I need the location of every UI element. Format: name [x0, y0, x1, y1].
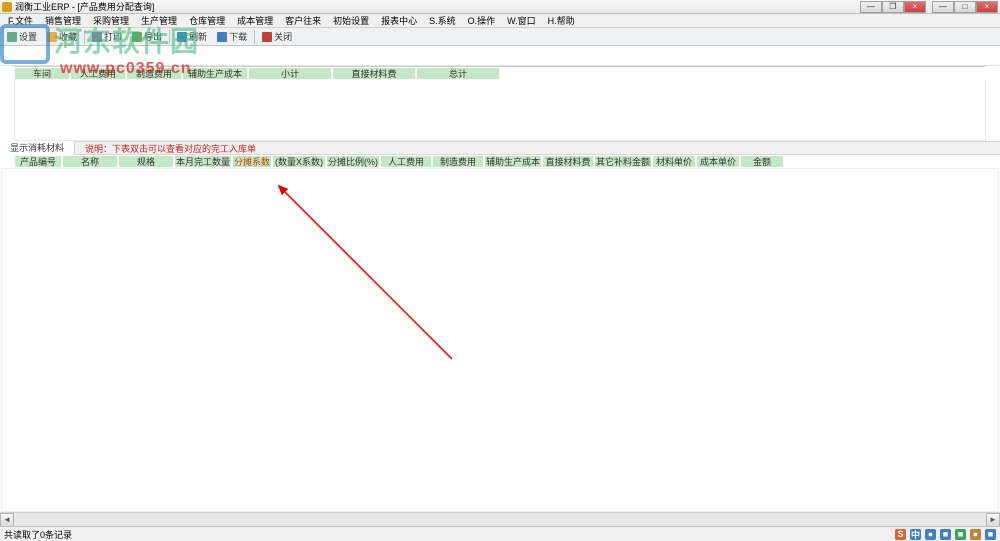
separator: [254, 30, 255, 44]
star-icon: [47, 32, 57, 42]
menu-warehouse[interactable]: 仓库管理: [183, 14, 231, 27]
tray-sogou-icon[interactable]: S: [895, 529, 906, 540]
menu-purchase[interactable]: 采购管理: [87, 14, 135, 27]
horizontal-scrollbar[interactable]: ◄ ►: [0, 512, 1000, 526]
menu-bar: F.文件 销售管理 采购管理 生产管理 仓库管理 成本管理 客户往来 初始设置 …: [0, 14, 1000, 28]
toolbar-print-button[interactable]: 打印: [87, 29, 127, 45]
tab-show-material[interactable]: 显示消耗材料: [0, 141, 75, 155]
title-bar: 润衡工业ERP - [产品费用分配查询] — ❐ × — □ ×: [0, 0, 1000, 14]
annotation-arrow-icon: [272, 179, 472, 379]
menu-report[interactable]: 报表中心: [375, 14, 423, 27]
col-material2[interactable]: 直接材料费: [542, 155, 594, 168]
toolbar: 设置 收藏 打印 导出 刷新 下载 关闭: [0, 28, 1000, 46]
status-text: 共读取了0条记录: [4, 528, 72, 541]
col-spec[interactable]: 规格: [118, 155, 174, 168]
toolbar-close-button[interactable]: 关闭: [257, 29, 297, 45]
tray-moon-icon[interactable]: ●: [925, 529, 936, 540]
mid-bar: 显示消耗材料 说明：下表双击可以查看对应的完工入库单: [0, 141, 1000, 155]
menu-operate[interactable]: O.操作: [462, 14, 502, 27]
close-button[interactable]: ×: [904, 1, 926, 13]
col-aux2[interactable]: 辅助生产成本: [484, 155, 542, 168]
toolbar-label: 下载: [229, 30, 247, 43]
col-other[interactable]: 其它补料金额: [594, 155, 652, 168]
toolbar-refresh-button[interactable]: 刷新: [172, 29, 212, 45]
separator: [169, 30, 170, 44]
toolbar-favorite-button[interactable]: 收藏: [42, 29, 82, 45]
refresh-icon: [177, 32, 187, 42]
child-minimize-button[interactable]: —: [932, 1, 954, 13]
window-title: 润衡工业ERP - [产品费用分配查询]: [15, 0, 860, 13]
toolbar-label: 导出: [144, 30, 162, 43]
filter-area: [0, 46, 1000, 66]
maximize-button[interactable]: ❐: [882, 1, 904, 13]
col-amount[interactable]: 金额: [740, 155, 784, 168]
col-cost-price[interactable]: 成本单价: [696, 155, 740, 168]
upper-grid-header: 车间 人工费用 制造费用 辅助生产成本 小计 直接材料费 总计: [14, 66, 986, 79]
tray-user-icon[interactable]: ●: [970, 529, 981, 540]
printer-icon: [92, 32, 102, 42]
col-mat-price[interactable]: 材料单价: [652, 155, 696, 168]
menu-cost[interactable]: 成本管理: [231, 14, 279, 27]
system-tray: S 中 ● ■ ■ ● ■: [895, 529, 996, 540]
scroll-right-icon[interactable]: ►: [986, 513, 1000, 527]
menu-window[interactable]: W.窗口: [501, 14, 542, 27]
scroll-track[interactable]: [14, 513, 986, 526]
lower-grid-body[interactable]: [1, 168, 999, 512]
menu-help[interactable]: H.帮助: [542, 14, 581, 27]
menu-account[interactable]: 客户往来: [279, 14, 327, 27]
toolbar-export-button[interactable]: 导出: [127, 29, 167, 45]
mid-note: 说明：下表双击可以查看对应的完工入库单: [75, 142, 256, 155]
toolbar-label: 刷新: [189, 30, 207, 43]
export-icon: [132, 32, 142, 42]
minimize-button[interactable]: —: [860, 1, 882, 13]
tray-tool-icon[interactable]: ■: [985, 529, 996, 540]
col-name[interactable]: 名称: [62, 155, 118, 168]
tray-keyboard-icon[interactable]: ■: [940, 529, 951, 540]
col-month-qty[interactable]: 本月完工数量: [174, 155, 232, 168]
toolbar-label: 关闭: [274, 30, 292, 43]
col-product-code[interactable]: 产品编号: [14, 155, 62, 168]
lower-grid-header: 产品编号 名称 规格 本月完工数量 分摊系数 (数量X系数) 分摊比例(%) 人…: [0, 155, 986, 168]
toolbar-label: 设置: [19, 30, 37, 43]
menu-init[interactable]: 初始设置: [327, 14, 375, 27]
download-icon: [217, 32, 227, 42]
status-bar: 共读取了0条记录 S 中 ● ■ ■ ● ■: [0, 526, 1000, 541]
child-close-button[interactable]: ×: [976, 1, 998, 13]
separator: [84, 30, 85, 44]
close-icon: [262, 32, 272, 42]
app-icon: [2, 2, 12, 12]
toolbar-settings-button[interactable]: 设置: [2, 29, 42, 45]
toolbar-download-button[interactable]: 下载: [212, 29, 252, 45]
upper-grid-body[interactable]: [14, 79, 986, 141]
col-labor2[interactable]: 人工费用: [380, 155, 432, 168]
toolbar-label: 收藏: [59, 30, 77, 43]
col-mfg2[interactable]: 制造费用: [432, 155, 484, 168]
scroll-left-icon[interactable]: ◄: [0, 513, 14, 527]
col-ratio[interactable]: 分摊比例(%): [326, 155, 380, 168]
menu-sales[interactable]: 销售管理: [39, 14, 87, 27]
toolbar-label: 打印: [104, 30, 122, 43]
menu-system[interactable]: S.系统: [423, 14, 462, 27]
menu-production[interactable]: 生产管理: [135, 14, 183, 27]
col-coeff[interactable]: 分摊系数: [232, 155, 272, 168]
menu-file[interactable]: F.文件: [2, 14, 39, 27]
tray-box-icon[interactable]: ■: [955, 529, 966, 540]
gear-icon: [7, 32, 17, 42]
col-qtyxcoeff[interactable]: (数量X系数): [272, 155, 326, 168]
tray-ime-icon[interactable]: 中: [910, 529, 921, 540]
child-maximize-button[interactable]: □: [954, 1, 976, 13]
